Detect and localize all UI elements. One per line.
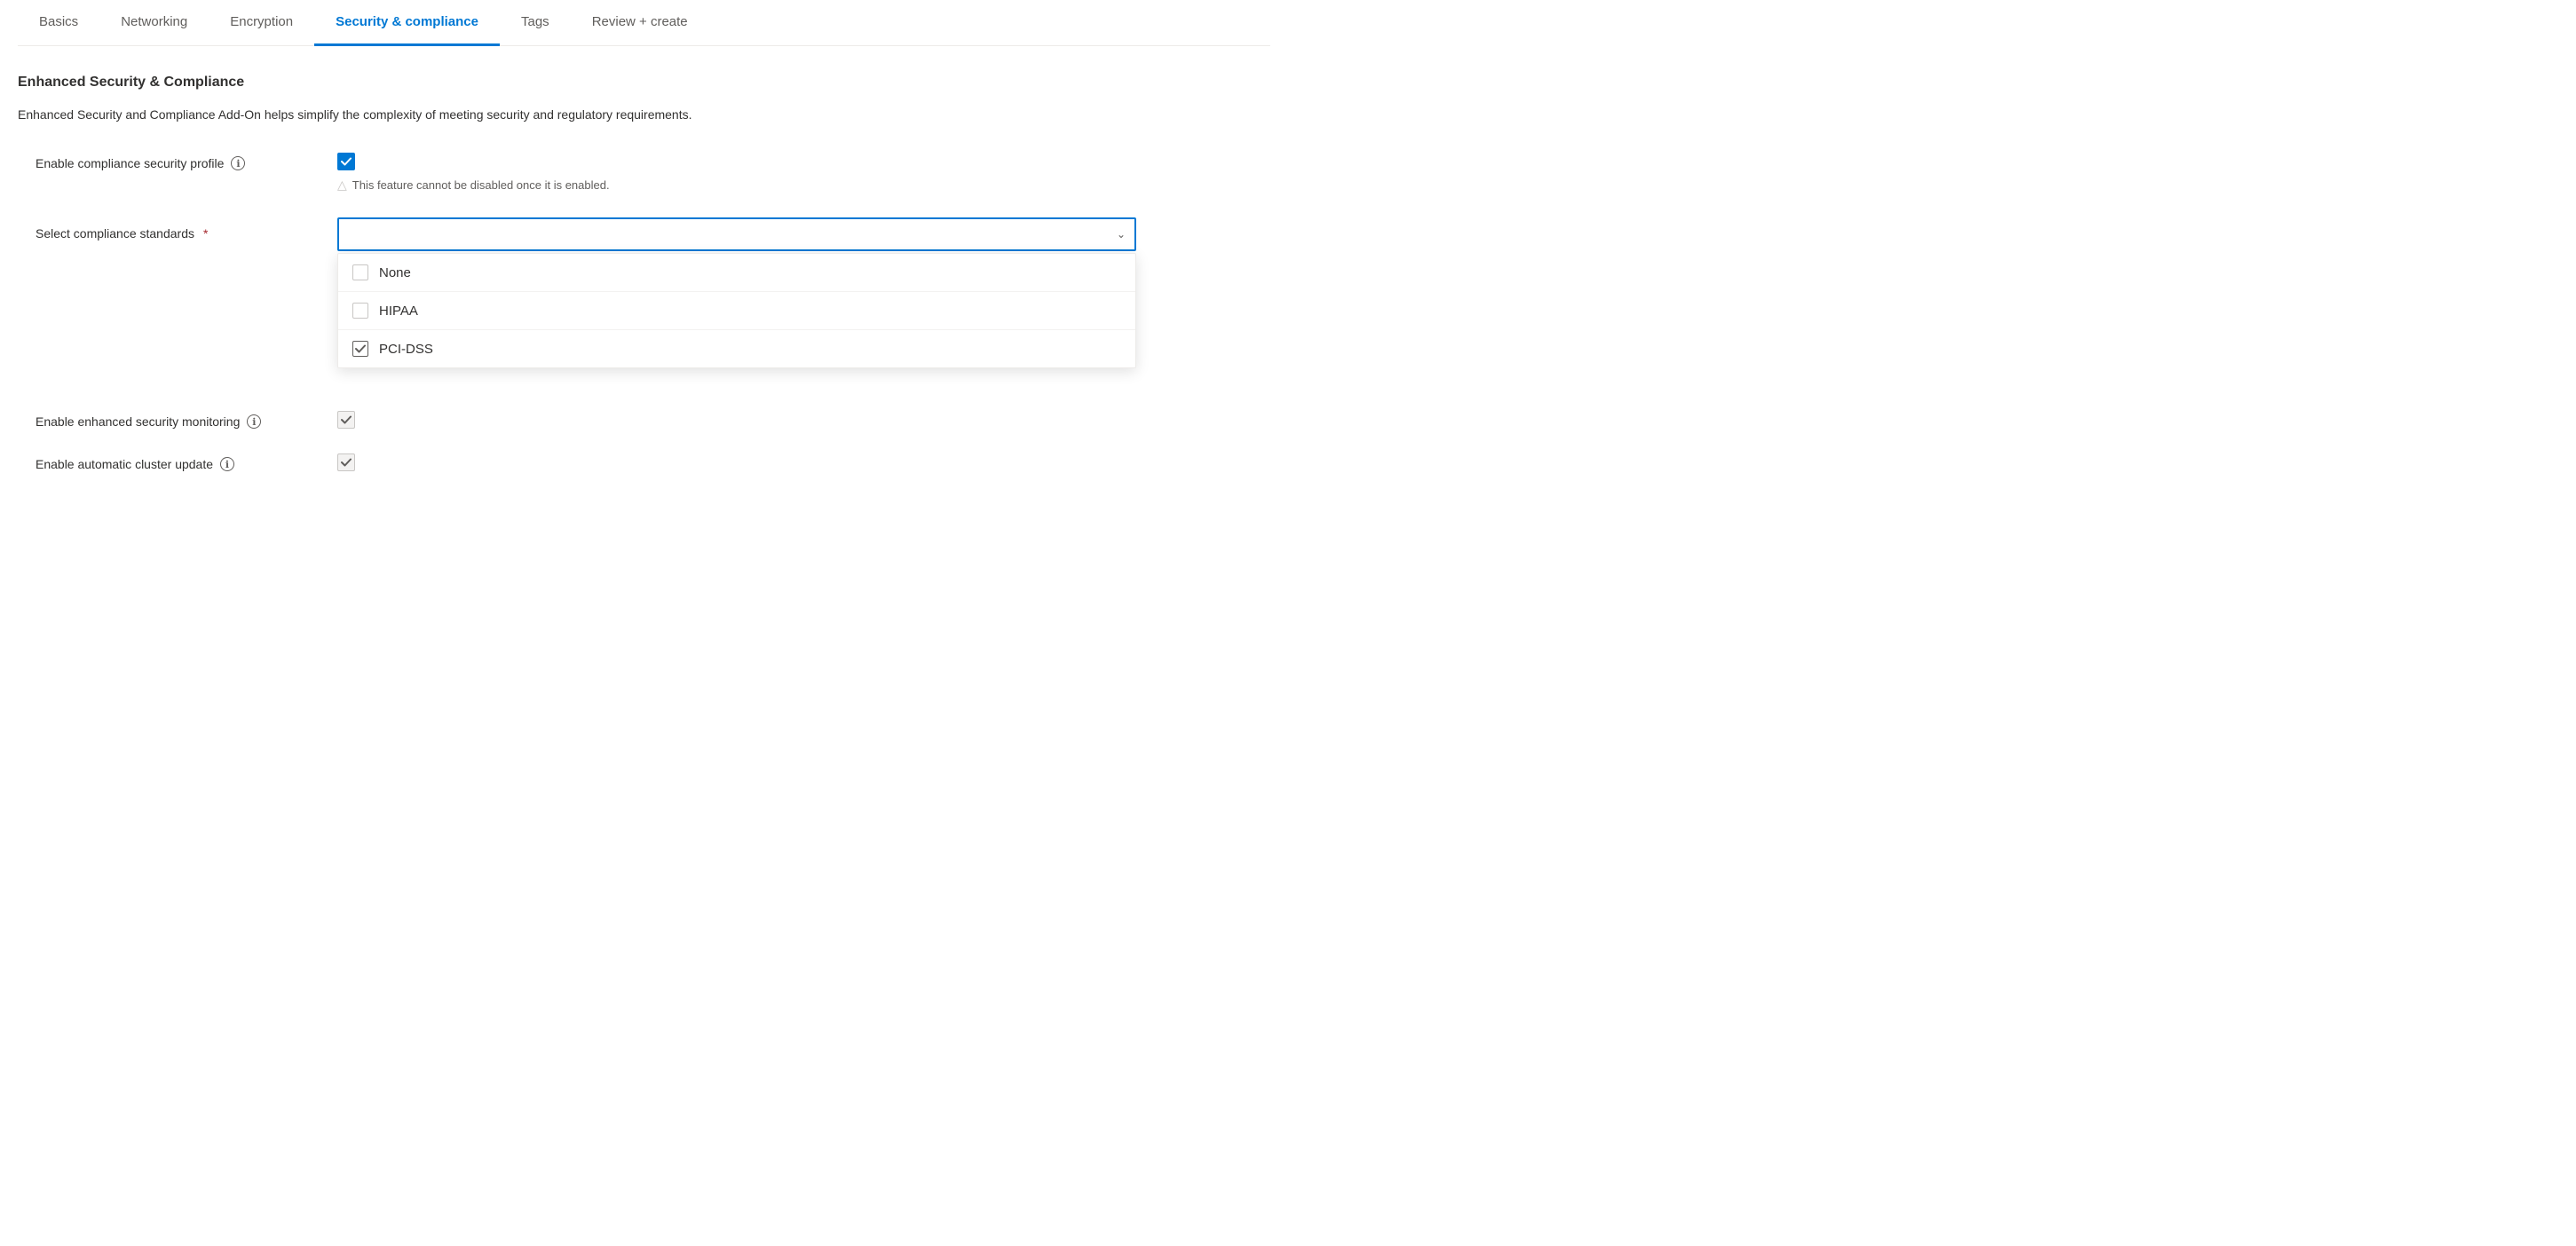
warning-text: This feature cannot be disabled once it … [352, 178, 610, 192]
compliance-profile-checkbox-wrapper [337, 153, 610, 170]
tab-networking[interactable]: Networking [99, 0, 209, 46]
section-description: Enhanced Security and Compliance Add-On … [18, 105, 692, 124]
option-hipaa-label: HIPAA [379, 304, 418, 319]
compliance-standards-dropdown-container: ⌄ None HIPAA [337, 217, 1136, 251]
option-none-checkbox[interactable] [352, 264, 368, 280]
option-hipaa-checkbox[interactable] [352, 303, 368, 319]
dropdown-option-none[interactable]: None [338, 254, 1135, 291]
security-monitoring-row: Enable enhanced security monitoring ℹ [36, 411, 1270, 429]
compliance-profile-info-icon[interactable]: ℹ [231, 156, 245, 170]
warning-message: △ This feature cannot be disabled once i… [337, 177, 610, 193]
tab-tags[interactable]: Tags [500, 0, 571, 46]
security-monitoring-info-icon[interactable]: ℹ [247, 414, 261, 429]
option-pci-dss-checkbox[interactable] [352, 341, 368, 357]
tab-security[interactable]: Security & compliance [314, 0, 500, 46]
dropdown-option-pci-dss[interactable]: PCI-DSS [338, 329, 1135, 367]
chevron-down-icon: ⌄ [1117, 228, 1126, 241]
compliance-standards-label: Select compliance standards [36, 226, 194, 241]
compliance-profile-checkbox[interactable] [337, 153, 355, 170]
tab-basics[interactable]: Basics [18, 0, 99, 46]
cluster-update-checkbox[interactable] [337, 453, 355, 471]
compliance-standards-label-group: Select compliance standards * [36, 217, 337, 241]
security-monitoring-checkbox[interactable] [337, 411, 355, 429]
dropdown-option-hipaa[interactable]: HIPAA [338, 291, 1135, 329]
tab-encryption[interactable]: Encryption [209, 0, 314, 46]
section-heading: Enhanced Security & Compliance [18, 75, 1270, 91]
compliance-standards-dropdown-menu: None HIPAA [337, 253, 1136, 368]
main-content: Enhanced Security & Compliance Enhanced … [18, 75, 1270, 471]
security-monitoring-label: Enable enhanced security monitoring [36, 414, 240, 429]
tab-navigation: Basics Networking Encryption Security & … [18, 0, 1270, 46]
compliance-standards-row: Select compliance standards * ⌄ None [36, 217, 1270, 251]
option-none-label: None [379, 265, 411, 280]
compliance-profile-label-group: Enable compliance security profile ℹ [36, 153, 337, 170]
cluster-update-label: Enable automatic cluster update [36, 457, 213, 471]
security-monitoring-label-group: Enable enhanced security monitoring ℹ [36, 411, 337, 429]
option-pci-dss-label: PCI-DSS [379, 342, 433, 357]
cluster-update-info-icon[interactable]: ℹ [220, 457, 234, 471]
compliance-profile-label: Enable compliance security profile [36, 156, 224, 170]
warning-triangle-icon: △ [337, 177, 347, 193]
tab-review[interactable]: Review + create [571, 0, 709, 46]
required-indicator: * [203, 226, 208, 241]
cluster-update-label-group: Enable automatic cluster update ℹ [36, 453, 337, 471]
cluster-update-row: Enable automatic cluster update ℹ [36, 453, 1270, 471]
compliance-standards-dropdown[interactable]: ⌄ [337, 217, 1136, 251]
compliance-profile-row: Enable compliance security profile ℹ △ T… [36, 153, 1270, 193]
form-section: Enable compliance security profile ℹ △ T… [18, 153, 1270, 471]
